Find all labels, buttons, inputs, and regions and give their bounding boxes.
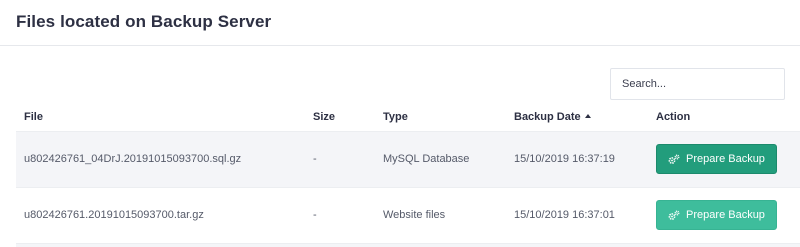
gears-icon [668,154,680,164]
column-header-type[interactable]: Type [375,104,506,131]
column-header-size[interactable]: Size [305,104,375,131]
gears-icon [668,210,680,220]
table-row-partial [16,243,800,247]
size-cell: - [313,209,317,222]
table-row: u802426761_04DrJ.20191015093700.sql.gz -… [16,131,800,187]
column-header-action: Action [656,111,691,124]
table-header-row: File Size Type Backup Date Action [16,104,800,131]
column-header-file[interactable]: File [16,104,305,131]
prepare-backup-button[interactable]: Prepare Backup [656,200,777,231]
size-cell: - [313,153,317,165]
type-cell: MySQL Database [383,153,470,165]
file-name-cell: u802426761.20191015093700.tar.gz [24,209,204,222]
action-cell: Prepare Backup [648,131,800,187]
type-cell: Website files [383,209,446,222]
search-input[interactable] [610,68,785,100]
page-title: Files located on Backup Server [16,12,272,31]
panel-header: Files located on Backup Server [0,0,800,46]
backup-date-cell: 15/10/2019 16:37:01 [514,209,615,222]
table-row: u802426761.20191015093700.tar.gz - Websi… [16,187,800,243]
column-header-backup-date[interactable]: Backup Date [506,104,648,131]
backup-date-cell: 15/10/2019 16:37:19 [514,153,615,165]
prepare-backup-button[interactable]: Prepare Backup [656,144,777,174]
backup-files-table: File Size Type Backup Date Action u80242… [16,104,800,243]
action-cell: Prepare Backup [648,187,800,243]
sort-ascending-icon [584,114,591,119]
file-name-cell: u802426761_04DrJ.20191015093700.sql.gz [24,153,242,165]
